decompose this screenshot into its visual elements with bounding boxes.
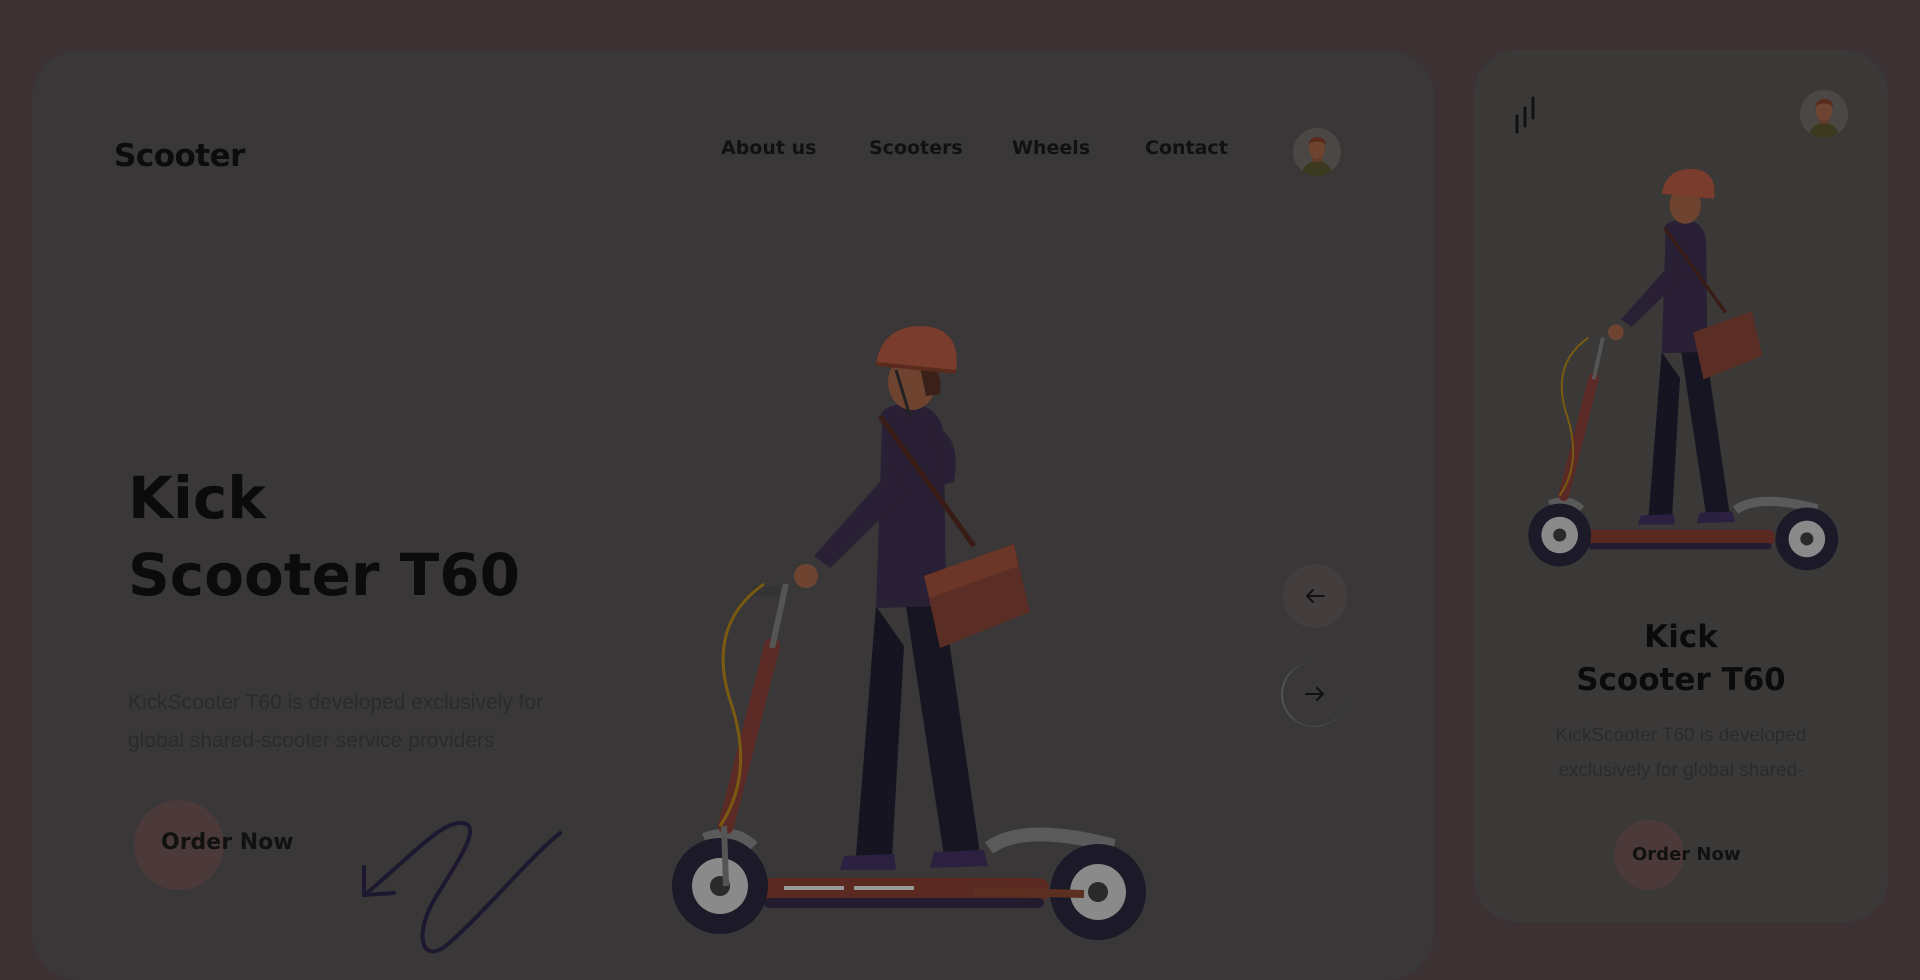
mobile-title-line-2: Scooter T60	[1576, 662, 1786, 698]
arrow-right-icon	[1305, 687, 1324, 701]
mobile-title-line-1: Kick	[1644, 619, 1718, 655]
order-button-label: Order Now	[161, 830, 294, 855]
hero-description: KickScooter T60 is developed exclusively…	[128, 691, 544, 752]
mobile-hero-title: Kick Scooter T60	[1474, 616, 1888, 702]
main-nav: About us Scooters Wheels Contact	[32, 137, 1434, 167]
desktop-hero-card: Scooter About us Scooters Wheels Contact…	[32, 50, 1434, 980]
carousel-prev-button[interactable]	[1283, 564, 1347, 628]
mobile-scooter-rider-illustration	[1528, 168, 1839, 571]
hero-title: Kick Scooter T60	[128, 460, 520, 614]
squiggle-arrow-icon	[362, 820, 562, 954]
nav-item-contact[interactable]: Contact	[1145, 137, 1228, 159]
hero-title-line-1: Kick	[128, 464, 266, 532]
mobile-order-now-button[interactable]: Order Now	[1614, 820, 1774, 890]
nav-item-wheels[interactable]: Wheels	[1012, 137, 1090, 159]
nav-item-about-us[interactable]: About us	[721, 137, 816, 159]
nav-item-scooters[interactable]: Scooters	[869, 137, 963, 159]
mobile-hero-description: KickScooter T60 is developed exclusively…	[1555, 725, 1807, 781]
carousel-next-button[interactable]	[1281, 662, 1347, 727]
user-avatar-icon[interactable]	[1293, 128, 1341, 176]
scooter-rider-illustration	[672, 326, 1146, 940]
hero-title-line-2: Scooter T60	[128, 541, 520, 609]
mobile-hero-card: Kick Scooter T60 KickScooter T60 is deve…	[1474, 50, 1888, 922]
arrow-left-icon	[1306, 589, 1325, 603]
mobile-order-button-label: Order Now	[1632, 844, 1741, 865]
